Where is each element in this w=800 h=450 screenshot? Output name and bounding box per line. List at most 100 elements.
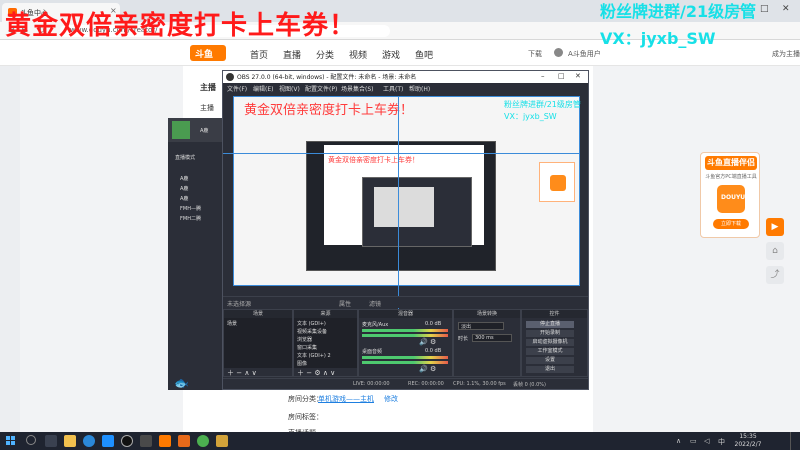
obs-preview[interactable]: 黄金双倍亲密度打卡上车券！ 粉丝牌进群/21级房管 VX：jyxb_SW 黄金双… [233,96,581,286]
add-scene-icon[interactable]: ＋ − ∧ ∨ [227,368,257,378]
add-source-icon[interactable]: ＋ − ⚙ ∧ ∨ [297,368,335,378]
douyu-fish-icon: 🐟 [174,376,189,390]
obs-taskbar-icon[interactable] [121,435,133,447]
nav-game[interactable]: 游戏 [382,48,400,61]
avatar[interactable] [554,48,563,57]
exit-button[interactable]: 退出 [526,366,574,373]
app-icon[interactable] [178,435,190,447]
tray-chevron-icon[interactable]: ∧ [676,437,681,445]
room-category-link[interactable]: 单机游戏——主机 [318,394,374,404]
mixer-channel-name: 麦克风/Aux [362,322,389,328]
obs-statusbar: LIVE: 00:00:00 REC: 00:00:00 CPU: 1.1%, … [223,378,588,389]
source-toolbar: 未选择源 属性 滤镜 [223,296,588,308]
douyu-taskbar-icon[interactable] [159,435,171,447]
preview-nested-web-2 [374,187,434,227]
clock[interactable]: 15:35 2022/2/7 [730,433,766,449]
menu-help[interactable]: 帮助(H) [409,84,430,93]
properties-button[interactable]: 属性 [339,299,351,308]
card-heading: 主播 [200,83,216,92]
volume-icon[interactable]: ◁ [704,437,709,445]
douyu-logo[interactable]: 斗鱼 [190,45,226,61]
controls-dock: 控件 停止直播 开始录制 启动虚拟摄像机 工作室模式 设置 退出 [521,309,588,377]
scene-item[interactable]: 场景 [227,320,237,327]
bg-item: A鹿 [180,186,189,192]
desktop-volume-icon[interactable]: 🔊 ⚙ [419,365,436,373]
controls-dock-title: 控件 [522,310,587,318]
menu-view[interactable]: 视图(V) [279,84,300,93]
duration-input[interactable]: 300 ms [472,334,512,342]
source-item[interactable]: 文本 (GDI+) [297,320,326,327]
scenes-dock-title: 场景 [224,310,292,318]
source-item[interactable]: 图像 [297,360,307,367]
mixer-meter [362,356,448,359]
obs-title-text: OBS 27.0.0 (64-bit, windows) - 配置文件: 未命名… [237,74,417,81]
clock-date: 2022/2/7 [734,441,762,448]
network-icon[interactable]: ▭ [690,437,697,445]
app-icon[interactable] [216,435,228,447]
nav-video[interactable]: 视频 [349,48,367,61]
obs-minimize-icon[interactable]: – [541,72,545,80]
promo-title: 斗鱼直播伴侣 [705,156,757,170]
mixer-channel-db: 0.0 dB [425,348,442,354]
become-anchor-link[interactable]: 成为主播 [772,49,800,59]
scenes-list: 场景 [224,318,292,368]
share-side-icon[interactable]: ⤴ [766,266,784,284]
transition-type: 淡出 [461,324,472,330]
menu-file[interactable]: 文件(F) [227,84,247,93]
nav-category[interactable]: 分类 [316,48,334,61]
home-side-icon[interactable]: ⌂ [766,242,784,260]
edge-icon[interactable] [83,435,95,447]
search-icon[interactable] [26,435,36,445]
user-name[interactable]: A斗鱼用户 [568,49,601,59]
mic-volume-icon[interactable]: 🔊 ⚙ [419,338,436,346]
bg-item: A鹿 [180,196,189,202]
ime-icon[interactable]: 中 [718,437,725,447]
start-icon[interactable] [6,436,16,446]
store-icon[interactable] [102,435,114,447]
douyu-logo-text: 斗鱼 [195,50,214,60]
app-label: DOUYU [721,194,746,201]
source-item[interactable]: 窗口采集 [297,344,317,351]
source-item[interactable]: 文本 (GDI+) 2 [297,352,331,359]
preview-nested-red-text: 黄金双倍亲密度打卡上车券！ [328,156,419,164]
transition-select[interactable]: 淡出 [458,322,504,330]
promo-download-button[interactable]: 立即下载 [713,219,749,229]
menu-scene-collection[interactable]: 场景集合(S) [341,84,374,93]
studio-mode-button[interactable]: 工作室模式 [526,348,574,355]
obs-close-icon[interactable]: ✕ [575,72,581,80]
close-window-icon[interactable]: ✕ [782,4,790,14]
windows-taskbar: ∧ ▭ ◁ 中 15:35 2022/2/7 [0,432,800,450]
preview-cyan-line1: 粉丝牌进群/21级房管 [504,100,581,109]
source-item[interactable]: 浏览器 [297,336,312,343]
play-side-icon[interactable]: ▶ [766,218,784,236]
card-line-anchor: 主播 [200,104,214,112]
obs-menubar: 文件(F) 编辑(E) 视图(V) 配置文件(P) 场景集合(S) 工具(T) … [223,83,588,93]
chrome-icon[interactable] [197,435,209,447]
filters-button[interactable]: 滤镜 [369,299,381,308]
obs-maximize-icon[interactable]: □ [558,72,565,80]
show-desktop-button[interactable] [790,432,794,450]
preview-app-icon [550,175,566,191]
douyu-app-icon: DOUYU [717,185,745,213]
virtual-camera-button[interactable]: 启动虚拟摄像机 [526,339,574,346]
settings-button[interactable]: 设置 [526,357,574,364]
menu-profile[interactable]: 配置文件(P) [305,84,337,93]
start-recording-button[interactable]: 开始录制 [526,330,574,337]
menu-edit[interactable]: 编辑(E) [253,84,273,93]
room-tag-label: 房间标签： [288,413,323,421]
left-strip [0,66,20,436]
file-explorer-icon[interactable] [64,435,76,447]
source-item[interactable]: 视频采集设备 [297,328,327,335]
download-link[interactable]: 下载 [528,49,542,59]
change-category-link[interactable]: 修改 [384,394,398,404]
nav-home[interactable]: 首页 [250,48,268,61]
overlay-red-text: 黄金双倍亲密度打卡上车券！ [5,11,357,41]
preview-promo-card [539,162,575,202]
task-view-icon[interactable] [45,435,57,447]
nav-fishbar[interactable]: 鱼吧 [415,48,433,61]
app-icon[interactable] [140,435,152,447]
menu-tools[interactable]: 工具(T) [383,84,403,93]
maximize-icon[interactable]: □ [760,4,769,14]
nav-live[interactable]: 直播 [283,48,301,61]
stop-streaming-button[interactable]: 停止直播 [526,321,574,328]
